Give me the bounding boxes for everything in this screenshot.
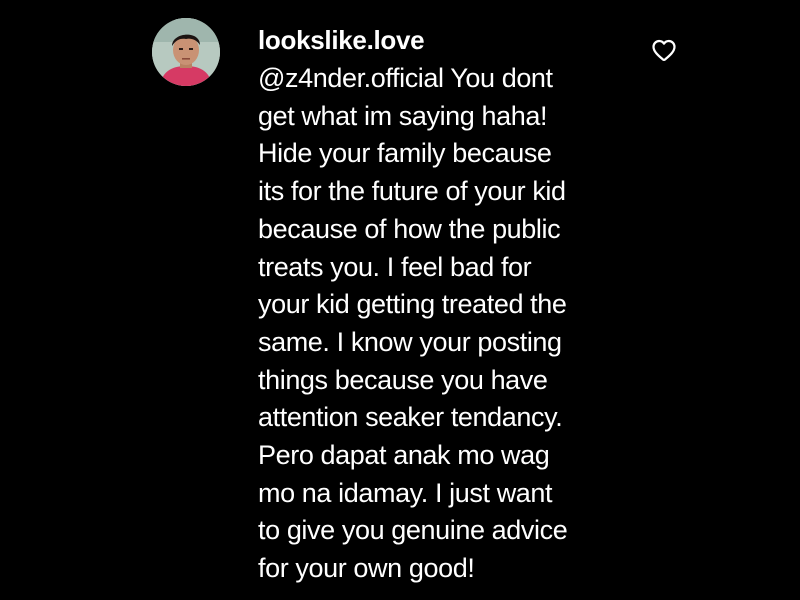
comment-text-line: to give you genuine advice [258, 515, 568, 546]
comment-text-line: same. I know your posting [258, 326, 562, 357]
comment-text-line: for your own good! [258, 553, 475, 584]
comment-text-line: @z4nder.official You dont [258, 63, 553, 93]
avatar-photo-icon [152, 18, 220, 86]
like-button[interactable] [650, 36, 678, 64]
comment-username[interactable]: lookslike.love [258, 24, 425, 56]
comment-text-line: Hide your family because [258, 138, 552, 169]
comment-text-line: its for the future of your kid [258, 176, 566, 207]
comment-text-line: because of how the public [258, 213, 561, 244]
heart-outline-icon [652, 39, 676, 62]
comment-text-line: get what im saying haha! [258, 100, 548, 131]
comment-text: @z4nder.official You dont get what im sa… [258, 60, 648, 588]
user-avatar[interactable] [152, 18, 220, 86]
comment-item: lookslike.love @z4nder.official You dont… [0, 0, 800, 600]
comment-text-line: things because you have [258, 364, 548, 395]
comment-text-line: treats you. I feel bad for [258, 251, 532, 282]
comment-text-line: mo na idamay. I just want [258, 477, 553, 508]
comment-text-line: your kid getting treated the [258, 289, 567, 320]
comment-text-line: Pero dapat anak mo wag [258, 440, 550, 471]
comment-text-line: attention seaker tendancy. [258, 402, 563, 433]
